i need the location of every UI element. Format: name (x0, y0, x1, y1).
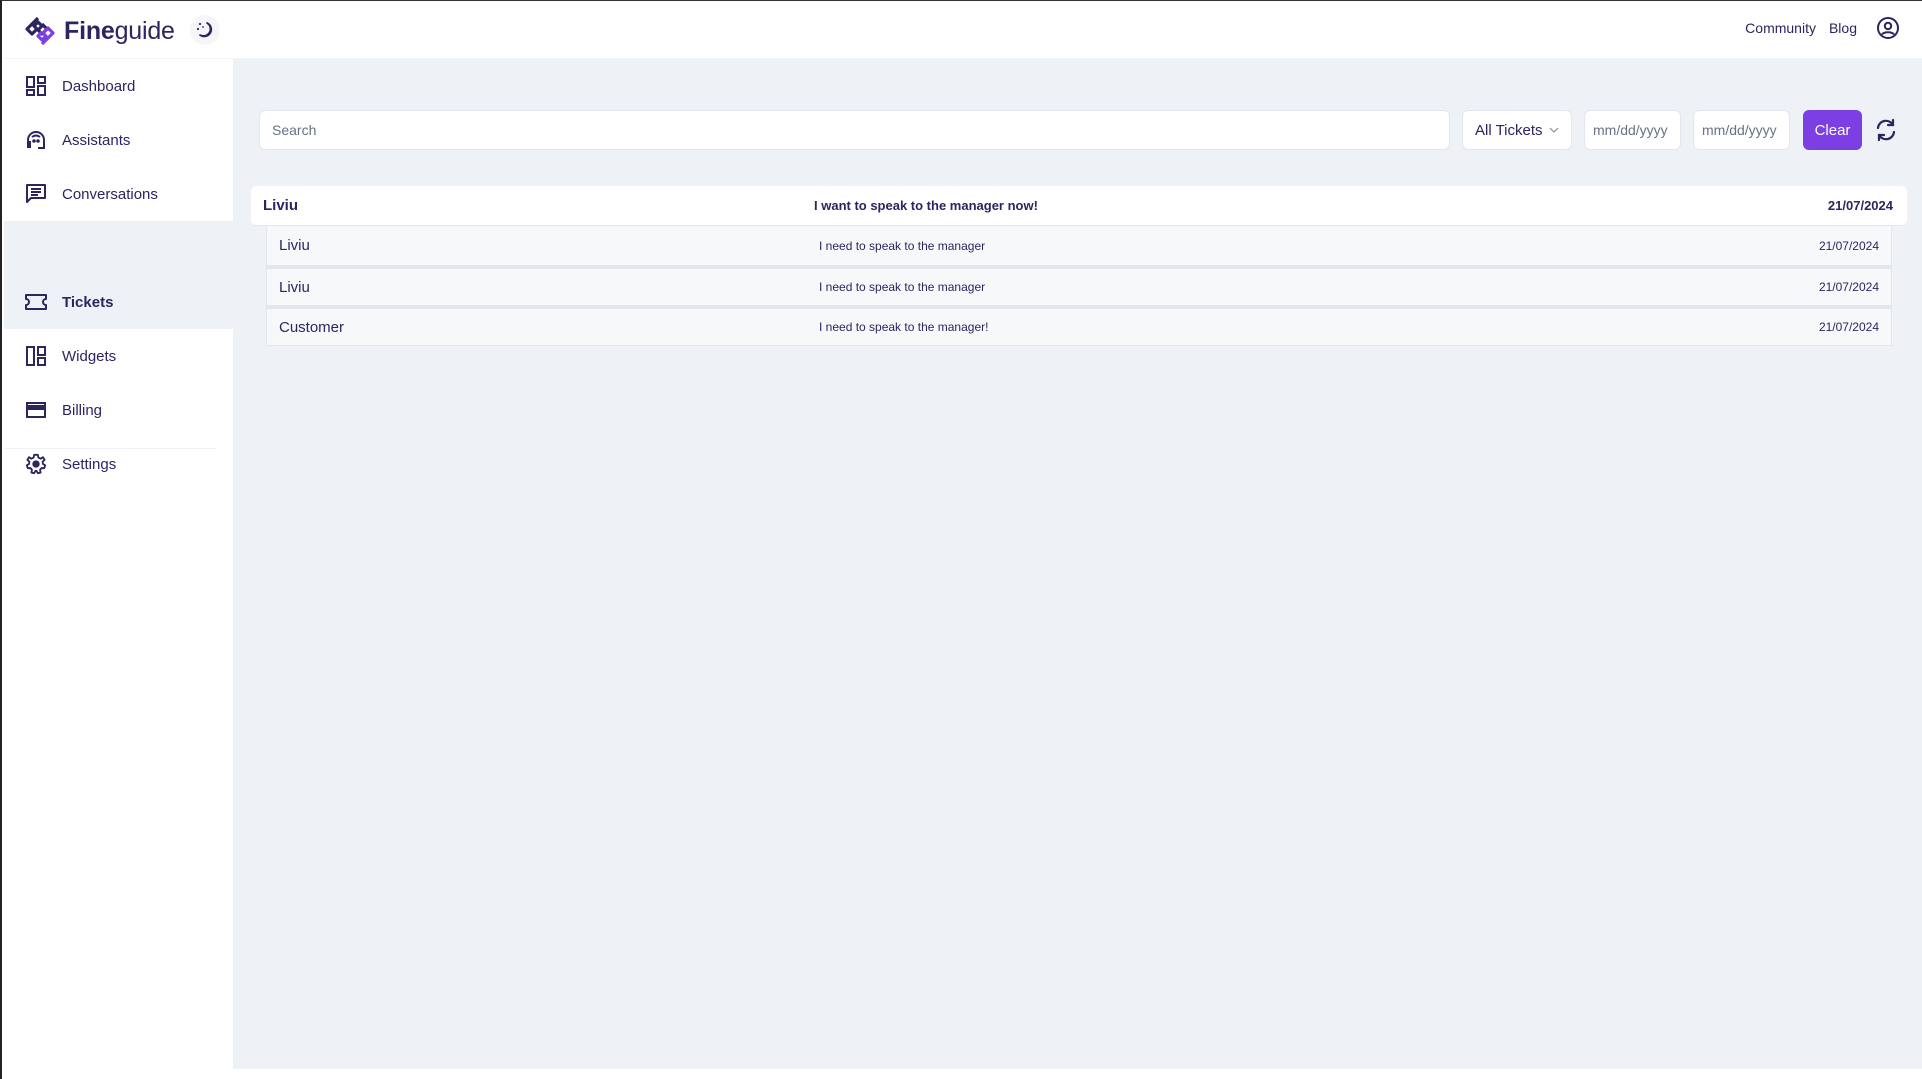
ticket-row[interactable]: Liviu I need to speak to the manager 21/… (266, 226, 1892, 266)
clear-filters-button[interactable]: Clear (1803, 110, 1862, 150)
sidebar-item-settings[interactable]: Settings (4, 437, 233, 491)
ticket-date: 21/07/2024 (1818, 280, 1879, 294)
ticket-date: 21/07/2024 (1827, 198, 1893, 213)
ticket-filters: All Tickets Clear (259, 110, 1922, 150)
ticket-customer-name: Customer (279, 318, 345, 336)
sidebar-item-billing[interactable]: Billing (4, 383, 233, 437)
moon-stars-icon (196, 22, 213, 38)
date-to-input[interactable] (1693, 110, 1790, 150)
logo[interactable]: Fineguide (24, 15, 175, 47)
ticket-subject: I need to speak to the manager (819, 238, 986, 253)
date-from-input[interactable] (1584, 110, 1681, 150)
sidebar-item-label: Settings (62, 455, 117, 473)
gear-icon (24, 452, 48, 476)
sidebar-item-label: Widgets (62, 347, 117, 365)
headset-icon (24, 128, 48, 152)
ticket-icon (24, 290, 48, 314)
sidebar: Dashboard Assistants Conversations Ticke… (4, 59, 233, 1069)
ticket-subject: I want to speak to the manager now! (814, 198, 1038, 213)
sidebar-item-dashboard[interactable]: Dashboard (4, 59, 233, 113)
search-input[interactable] (259, 110, 1450, 150)
chevron-down-icon (1549, 127, 1559, 133)
ticket-date: 21/07/2024 (1818, 320, 1879, 334)
fineguide-logo-icon (25, 16, 55, 46)
sidebar-item-label: Conversations (62, 185, 158, 203)
sidebar-item-label: Tickets (62, 293, 114, 311)
ticket-date: 21/07/2024 (1818, 238, 1879, 253)
sidebar-divider (4, 448, 216, 449)
ticket-filter-value: All Tickets (1475, 121, 1543, 139)
app-window: Fineguide Community Blog Dashboard Assis… (0, 0, 1922, 1079)
ticket-customer-name: Liviu (263, 197, 299, 214)
ticket-row[interactable]: Liviu I need to speak to the manager 21/… (266, 266, 1892, 306)
widgets-icon (24, 344, 48, 368)
main-content: All Tickets Clear Liviu I want to speak … (233, 59, 1922, 1069)
theme-toggle-button[interactable] (190, 15, 220, 45)
sidebar-item-label: Billing (62, 401, 103, 419)
sidebar-item-conversations[interactable]: Conversations (4, 167, 233, 221)
dashboard-icon (24, 74, 48, 98)
ticket-status-filter[interactable]: All Tickets (1462, 110, 1572, 150)
ticket-subject: I need to speak to the manager! (819, 320, 989, 334)
sidebar-item-assistants[interactable]: Assistants (4, 113, 233, 167)
user-account-icon[interactable] (1876, 16, 1900, 40)
blog-link[interactable]: Blog (1829, 20, 1857, 36)
ticket-customer-name: Liviu (279, 278, 310, 296)
sidebar-item-label: Assistants (62, 131, 131, 149)
header-nav: Community Blog (1745, 16, 1900, 40)
chat-icon (24, 182, 48, 206)
ticket-subject: I need to speak to the manager (819, 280, 986, 294)
sidebar-item-widgets[interactable]: Widgets (4, 329, 233, 383)
sidebar-item-label: Dashboard (62, 77, 136, 95)
refresh-icon[interactable] (1874, 118, 1898, 142)
credit-card-icon (24, 398, 48, 422)
community-link[interactable]: Community (1745, 20, 1816, 36)
brand-name: Fineguide (64, 16, 175, 45)
sidebar-item-tickets[interactable]: Tickets (4, 275, 233, 329)
ticket-row-parent[interactable]: Liviu I want to speak to the manager now… (251, 186, 1907, 226)
top-header: Fineguide Community Blog (4, 2, 1922, 59)
ticket-row[interactable]: Customer I need to speak to the manager!… (266, 306, 1892, 346)
ticket-customer-name: Liviu (279, 237, 310, 254)
ticket-group: Liviu I want to speak to the manager now… (251, 186, 1907, 346)
